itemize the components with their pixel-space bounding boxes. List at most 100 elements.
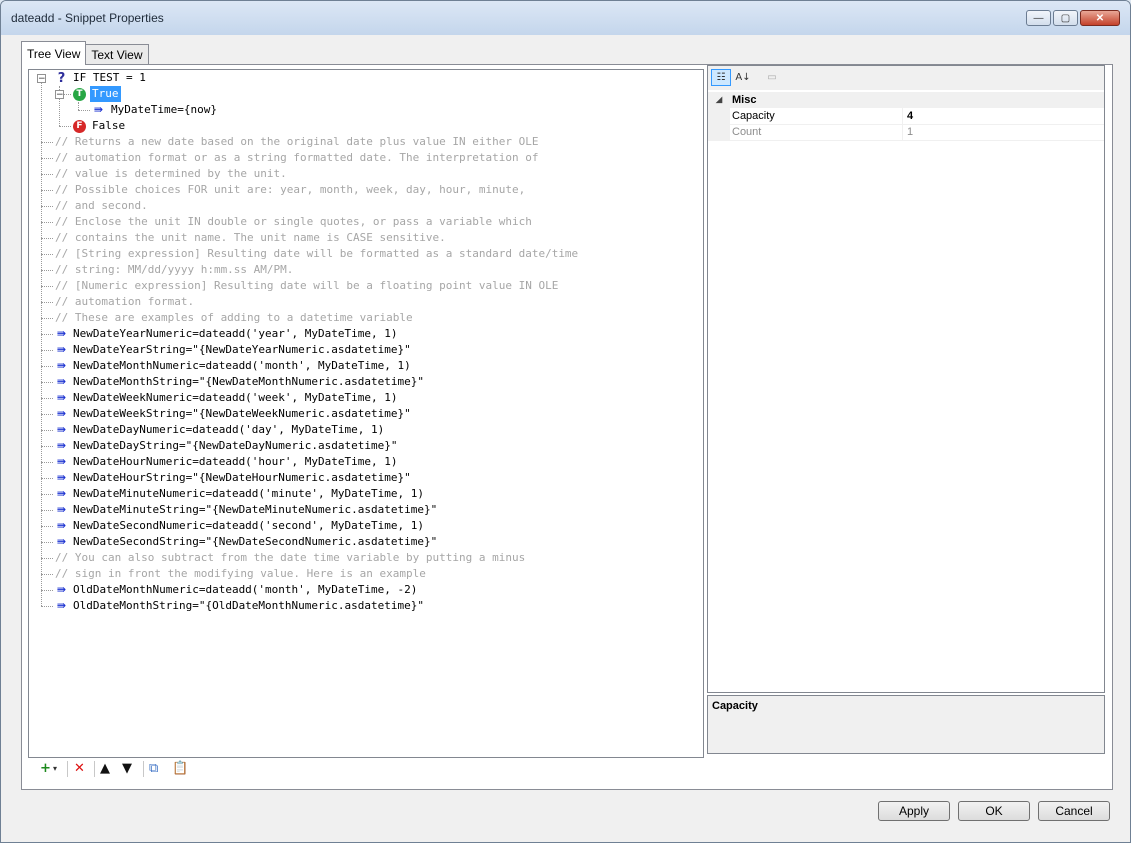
tree-node-assign[interactable]: ⇛ NewDateSecondNumeric=dateadd('second', … xyxy=(29,518,689,534)
tree-node-comment[interactable]: // automation format or as a string form… xyxy=(29,150,689,166)
tree-node-assign[interactable]: ⇛ OldDateMonthNumeric=dateadd('month', My… xyxy=(29,582,689,598)
tree-node-comment[interactable]: // contains the unit name. The unit name… xyxy=(29,230,689,246)
property-value[interactable]: 1 xyxy=(902,124,913,140)
collapse-toggle-icon[interactable]: − xyxy=(37,74,46,84)
assign-arrow-icon: ⇛ xyxy=(56,407,67,420)
assign-arrow-icon: ⇛ xyxy=(56,519,67,532)
tree-node-assign[interactable]: ⇛ NewDateMinuteNumeric=dateadd('minute', … xyxy=(29,486,689,502)
property-value[interactable]: 4 xyxy=(902,108,913,124)
delete-icon[interactable]: ✕ xyxy=(74,761,85,777)
tree-node-comment[interactable]: // [String expression] Resulting date wi… xyxy=(29,246,689,262)
tree-node-assign[interactable]: ⇛ NewDateHourNumeric=dateadd('hour', MyDa… xyxy=(29,454,689,470)
maximize-button[interactable]: ▢ xyxy=(1053,10,1078,26)
tree-node-label: True xyxy=(90,86,121,102)
tree-node-label: OldDateMonthNumeric=dateadd('month', MyD… xyxy=(73,583,418,596)
tree-node-false[interactable]: F False xyxy=(29,118,689,134)
property-description-pane: Capacity xyxy=(707,695,1105,754)
tree-guide-line xyxy=(41,574,53,575)
apply-button[interactable]: Apply xyxy=(878,801,950,821)
tree-node-comment[interactable]: // You can also subtract from the date t… xyxy=(29,550,689,566)
tree-node-label: // contains the unit name. The unit name… xyxy=(55,231,446,244)
cancel-button[interactable]: Cancel xyxy=(1038,801,1110,821)
categorized-icon[interactable]: ☷ xyxy=(711,69,731,86)
property-row-capacity[interactable]: Capacity 4 xyxy=(708,108,1104,125)
tree-node-label: // and second. xyxy=(55,199,148,212)
close-button[interactable]: ✕ xyxy=(1080,10,1120,26)
property-row-gutter xyxy=(708,124,730,140)
title-bar[interactable]: dateadd - Snippet Properties — ▢ ✕ xyxy=(1,1,1130,35)
tree-node-if[interactable]: −? IF TEST = 1 xyxy=(29,70,689,86)
toolbar-separator xyxy=(94,761,95,777)
window-title: dateadd - Snippet Properties xyxy=(11,11,164,25)
tree-node-assign[interactable]: ⇛ NewDateYearString="{NewDateYearNumeric.… xyxy=(29,342,689,358)
ok-button[interactable]: OK xyxy=(958,801,1030,821)
tree-node-assign[interactable]: ⇛ NewDateMonthString="{NewDateMonthNumeri… xyxy=(29,374,689,390)
tree-guide-line xyxy=(41,286,53,287)
add-dropdown-chevron-icon[interactable]: ▾ xyxy=(53,761,57,777)
collapse-triangle-icon[interactable]: ◢ xyxy=(716,92,722,108)
toolbar-separator xyxy=(143,761,144,777)
copy-icon[interactable]: ⧉ xyxy=(149,761,158,777)
property-name: Capacity xyxy=(732,110,775,122)
property-row-count[interactable]: Count 1 xyxy=(708,124,1104,141)
tree-guide-line xyxy=(41,190,53,191)
tab-strip: Tree View Text View xyxy=(21,41,149,65)
tree-node-assign[interactable]: ⇛ OldDateMonthString="{OldDateMonthNumeri… xyxy=(29,598,689,614)
tab-text-view[interactable]: Text View xyxy=(85,44,149,65)
tree-node-label: NewDateMinuteString="{NewDateMinuteNumer… xyxy=(73,503,438,516)
assign-arrow-icon: ⇛ xyxy=(56,343,67,356)
collapse-toggle-icon[interactable]: − xyxy=(55,90,64,100)
tree-node-true[interactable]: − T True xyxy=(29,86,689,102)
tree-node-assign[interactable]: ⇛ NewDateSecondString="{NewDateSecondNume… xyxy=(29,534,689,550)
snippet-tree[interactable]: −? IF TEST = 1− T True ⇛ MyDateTime={now} F Fal… xyxy=(28,69,704,758)
sort-alphabetical-icon[interactable]: A↓ xyxy=(733,69,753,86)
tree-node-label: NewDateSecondNumeric=dateadd('second', M… xyxy=(73,519,424,532)
tree-node-comment[interactable]: // [Numeric expression] Resulting date w… xyxy=(29,278,689,294)
tree-guide-line xyxy=(41,558,53,559)
assign-arrow-icon: ⇛ xyxy=(56,375,67,388)
tree-view-panel: −? IF TEST = 1− T True ⇛ MyDateTime={now} F Fal… xyxy=(21,64,1113,790)
tree-node-label: // string: MM/dd/yyyy h:mm.ss AM/PM. xyxy=(55,263,294,276)
minimize-button[interactable]: — xyxy=(1026,10,1051,26)
tree-node-label: // Enclose the unit IN double or single … xyxy=(55,215,532,228)
tree-node-comment[interactable]: // sign in front the modifying value. He… xyxy=(29,566,689,582)
tree-node-assign[interactable]: ⇛ NewDateWeekString="{NewDateWeekNumeric.… xyxy=(29,406,689,422)
tree-guide-line xyxy=(41,142,53,143)
tree-node-assign[interactable]: ⇛ MyDateTime={now} xyxy=(29,102,689,118)
tree-node-assign[interactable]: ⇛ NewDateMinuteString="{NewDateMinuteNume… xyxy=(29,502,689,518)
tab-tree-view[interactable]: Tree View xyxy=(21,41,87,65)
tree-node-assign[interactable]: ⇛ NewDateDayString="{NewDateDayNumeric.as… xyxy=(29,438,689,454)
tree-node-comment[interactable]: // These are examples of adding to a dat… xyxy=(29,310,689,326)
move-up-icon[interactable]: ▲ xyxy=(100,761,110,777)
tree-node-label: OldDateMonthString="{OldDateMonthNumeric… xyxy=(73,599,424,612)
tree-node-comment[interactable]: // Enclose the unit IN double or single … xyxy=(29,214,689,230)
assign-arrow-icon: ⇛ xyxy=(56,439,67,452)
tree-node-assign[interactable]: ⇛ NewDateWeekNumeric=dateadd('week', MyDa… xyxy=(29,390,689,406)
tree-node-assign[interactable]: ⇛ NewDateDayNumeric=dateadd('day', MyDate… xyxy=(29,422,689,438)
tree-node-label: NewDateMonthString="{NewDateMonthNumeric… xyxy=(73,375,424,388)
assign-arrow-icon: ⇛ xyxy=(56,359,67,372)
assign-arrow-icon: ⇛ xyxy=(56,599,67,612)
move-down-icon[interactable]: ▼ xyxy=(122,761,132,777)
tree-node-assign[interactable]: ⇛ NewDateHourString="{NewDateHourNumeric.… xyxy=(29,470,689,486)
property-pages-icon[interactable]: ▭ xyxy=(762,69,782,86)
tree-node-assign[interactable]: ⇛ NewDateMonthNumeric=dateadd('month', My… xyxy=(29,358,689,374)
tree-node-comment[interactable]: // and second. xyxy=(29,198,689,214)
tree-guide-line xyxy=(41,478,53,479)
tree-node-comment[interactable]: // value is determined by the unit. xyxy=(29,166,689,182)
assign-arrow-icon: ⇛ xyxy=(56,471,67,484)
paste-icon[interactable]: 📋 xyxy=(172,761,188,777)
tree-guide-line xyxy=(41,526,53,527)
tree-node-comment[interactable]: // Possible choices FOR unit are: year, … xyxy=(29,182,689,198)
tree-node-comment[interactable]: // automation format. xyxy=(29,294,689,310)
tree-node-assign[interactable]: ⇛ NewDateYearNumeric=dateadd('year', MyDa… xyxy=(29,326,689,342)
assign-arrow-icon: ⇛ xyxy=(56,391,67,404)
add-icon[interactable]: + xyxy=(40,761,51,777)
tree-guide-line xyxy=(41,302,53,303)
tree-node-comment[interactable]: // Returns a new date based on the origi… xyxy=(29,134,689,150)
tree-node-label: MyDateTime={now} xyxy=(111,103,217,116)
property-category-misc[interactable]: ◢ Misc xyxy=(708,92,1104,108)
assign-arrow-icon: ⇛ xyxy=(56,423,67,436)
tree-node-comment[interactable]: // string: MM/dd/yyyy h:mm.ss AM/PM. xyxy=(29,262,689,278)
tree-guide-line xyxy=(41,510,53,511)
